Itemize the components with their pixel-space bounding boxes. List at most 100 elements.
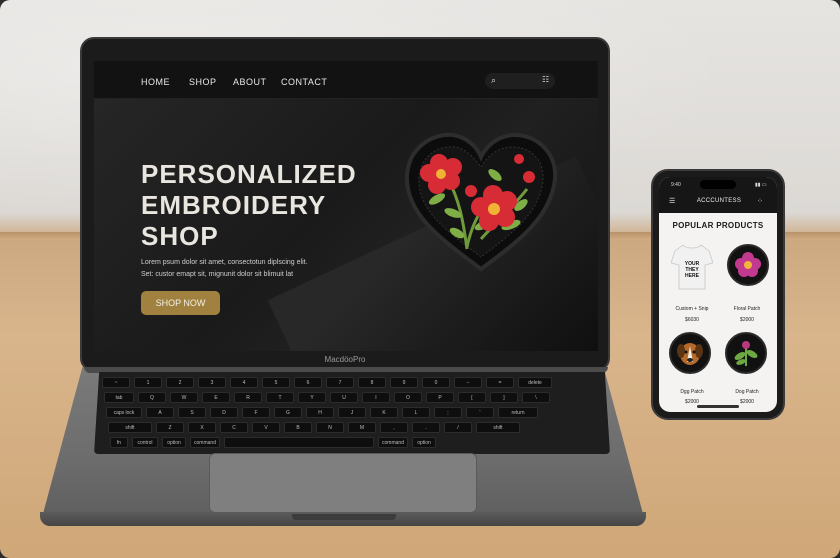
keyboard-key[interactable]: 8 [358, 377, 386, 388]
keyboard-key[interactable]: D [210, 407, 238, 418]
keyboard-key[interactable]: 2 [166, 377, 194, 388]
phone-body: 9:40 ▮▮ ▭ ☰ ACCCUNTESS ⁘ POPULAR PRODUCT… [651, 169, 785, 420]
scene: HOME SHOP ABOUT CONTACT ⌕ ☷ PERSONALIZED… [0, 0, 840, 558]
keyboard-key[interactable]: K [370, 407, 398, 418]
keyboard-key[interactable]: X [188, 422, 216, 433]
nav-shop-link[interactable]: SHOP [189, 77, 217, 87]
cart-icon[interactable]: ☷ [542, 75, 549, 84]
keyboard-key[interactable]: G [274, 407, 302, 418]
hero-title: PERSONALIZED EMBROIDERY SHOP [141, 159, 381, 252]
heart-patch-image [404, 132, 558, 272]
search-input[interactable]: ⌕ ☷ [485, 73, 555, 89]
product-name[interactable]: Dgg Patch [664, 389, 720, 395]
keyboard-key[interactable]: return [498, 407, 538, 418]
keyboard-key[interactable]: B [284, 422, 312, 433]
keyboard-key[interactable]: P [426, 392, 454, 403]
keyboard-key[interactable]: control [132, 437, 158, 448]
flower-icon [735, 252, 761, 277]
keyboard-key[interactable]: 3 [198, 377, 226, 388]
keyboard-key[interactable]: N [316, 422, 344, 433]
search-icon[interactable]: ⌕ [491, 75, 496, 86]
product-name[interactable]: Dog Patch [719, 389, 775, 395]
hero-title-line: PERSONALIZED [141, 159, 357, 189]
keyboard-key[interactable]: Z [156, 422, 184, 433]
keyboard-key[interactable]: J [338, 407, 366, 418]
keyboard-key[interactable]: M [348, 422, 376, 433]
product-name[interactable]: Custom + Snip [664, 306, 720, 312]
keyboard-key[interactable]: I [362, 392, 390, 403]
keyboard-key[interactable]: command [190, 437, 220, 448]
keyboard-key[interactable]: A [146, 407, 174, 418]
shop-now-button[interactable]: SHOP NOW [141, 291, 220, 315]
keyboard-key[interactable]: , [380, 422, 408, 433]
keyboard-key[interactable]: = [486, 377, 514, 388]
keyboard-key[interactable]: 1 [134, 377, 162, 388]
keyboard-key[interactable]: . [412, 422, 440, 433]
home-indicator[interactable] [697, 405, 739, 408]
keyboard-key[interactable]: C [220, 422, 248, 433]
keyboard-key[interactable]: T [266, 392, 294, 403]
keyboard-key[interactable]: E [202, 392, 230, 403]
keyboard-key[interactable]: − [454, 377, 482, 388]
hero-title-line: EMBROIDERY [141, 190, 327, 220]
nav-about-link[interactable]: ABOUT [233, 77, 267, 87]
laptop-brand-label: MacdöoPro [324, 355, 366, 364]
keyboard-key[interactable]: W [170, 392, 198, 403]
phone-notch [700, 180, 736, 189]
keyboard-key[interactable]: delete [518, 377, 552, 388]
keyboard-key[interactable]: caps lock [106, 407, 142, 418]
keyboard-key[interactable]: Q [138, 392, 166, 403]
keyboard-key[interactable]: tab [104, 392, 134, 403]
tshirt-print-text: YOUR THEY HERE [684, 261, 700, 279]
keyboard-key[interactable]: H [306, 407, 334, 418]
keyboard-key[interactable]: ' [466, 407, 494, 418]
keyboard-key[interactable] [224, 437, 374, 448]
grid-icon[interactable]: ⁘ [757, 197, 763, 205]
keyboard-key[interactable]: ; [434, 407, 462, 418]
keyboard-key[interactable]: L [402, 407, 430, 418]
keyboard-key[interactable]: 0 [422, 377, 450, 388]
laptop-notch [292, 514, 396, 520]
hero-text: Lorem psum dolor sit amet, consectotun d… [141, 257, 341, 281]
hero-text-line: Set: custor emapt sit, mignunit dolor si… [141, 271, 294, 278]
keyboard-key[interactable]: ] [490, 392, 518, 403]
keyboard-key[interactable]: shift [108, 422, 152, 433]
keyboard-key[interactable]: 9 [390, 377, 418, 388]
hero-text-line: Lorem psum dolor sit amet, consectotun d… [141, 259, 308, 266]
keyboard-key[interactable]: ~ [102, 377, 130, 388]
product-name[interactable]: Floral Patch [719, 306, 775, 312]
floral-patch-image[interactable] [727, 244, 769, 286]
keyboard-key[interactable]: Y [298, 392, 326, 403]
dog-patch-image[interactable] [669, 332, 711, 374]
keyboard-key[interactable]: option [412, 437, 436, 448]
keyboard-key[interactable]: shift [476, 422, 520, 433]
keyboard-key[interactable]: U [330, 392, 358, 403]
keyboard-key[interactable]: 4 [230, 377, 258, 388]
nav-home-link[interactable]: HOME [141, 77, 170, 87]
keyboard-key[interactable]: V [252, 422, 280, 433]
keyboard-key[interactable]: 7 [326, 377, 354, 388]
keyboard-key[interactable]: R [234, 392, 262, 403]
keyboard-key[interactable]: 6 [294, 377, 322, 388]
site-nav: HOME SHOP ABOUT CONTACT ⌕ ☷ [94, 61, 598, 99]
keyboard-key[interactable]: option [162, 437, 186, 448]
nav-contact-link[interactable]: CONTACT [281, 77, 327, 87]
keyboard-key[interactable]: S [178, 407, 206, 418]
plant-patch-image[interactable] [725, 332, 767, 374]
keyboard-key[interactable]: 5 [262, 377, 290, 388]
phone-header: 9:40 ▮▮ ▭ ☰ ACCCUNTESS ⁘ [659, 177, 777, 213]
keyboard-key[interactable]: [ [458, 392, 486, 403]
hero-section: PERSONALIZED EMBROIDERY SHOP Lorem psum … [94, 99, 598, 351]
product-price: $2000 [740, 317, 754, 323]
product-price: $6030 [685, 317, 699, 323]
keyboard-key[interactable]: fn [110, 437, 128, 448]
keyboard-key[interactable]: \ [522, 392, 550, 403]
keyboard-key[interactable]: / [444, 422, 472, 433]
keyboard-key[interactable]: command [378, 437, 408, 448]
keyboard-key[interactable]: F [242, 407, 270, 418]
menu-icon[interactable]: ☰ [669, 197, 675, 205]
phone-header-title: ACCCUNTESS [696, 198, 742, 204]
phone-screen: 9:40 ▮▮ ▭ ☰ ACCCUNTESS ⁘ POPULAR PRODUCT… [659, 177, 777, 412]
keyboard-key[interactable]: O [394, 392, 422, 403]
trackpad[interactable] [209, 453, 477, 513]
